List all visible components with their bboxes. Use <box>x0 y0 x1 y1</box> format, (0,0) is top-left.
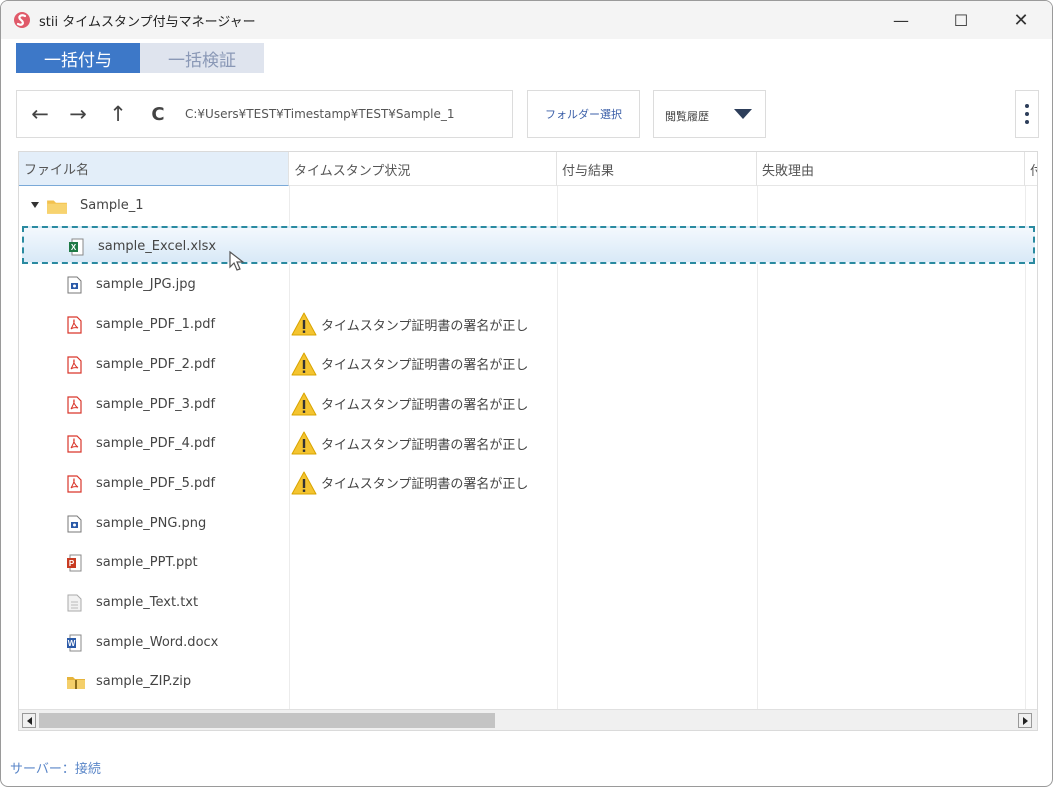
file-row[interactable]: sample_PDF_4.pdf タイムスタンプ証明書の署名が正し <box>19 425 1037 463</box>
expand-triangle-icon[interactable] <box>31 202 39 208</box>
column-header-timestamp-status[interactable]: タイムスタンプ状況 <box>289 152 557 186</box>
file-row[interactable]: sample_ZIP.zip <box>19 663 1037 701</box>
timestamp-status-text: タイムスタンプ証明書の署名が正し <box>321 358 529 374</box>
history-label: 閲覧履歴 <box>665 110 709 123</box>
tab-bulk-stamp[interactable]: 一括付与 <box>16 43 140 73</box>
timestamp-status-text: タイムスタンプ証明書の署名が正し <box>321 437 529 453</box>
warning-icon <box>291 431 317 455</box>
server-status: サーバー：接続 <box>10 762 101 777</box>
folder-select-button[interactable]: フォルダー選択 <box>527 90 640 138</box>
title-bar: stii タイムスタンプ付与マネージャー — ☐ ✕ <box>1 1 1052 39</box>
file-name: sample_Word.docx <box>96 634 219 650</box>
column-header-failure-reason[interactable]: 失敗理由 <box>757 152 1025 186</box>
warning-icon <box>291 312 317 336</box>
excel-icon: X <box>69 238 84 256</box>
timestamp-status-text: タイムスタンプ証明書の署名が正し <box>321 477 529 493</box>
pdf-icon <box>67 356 82 374</box>
image-icon <box>67 515 82 533</box>
file-row[interactable]: Xsample_Excel.xlsx <box>22 225 1035 264</box>
file-row[interactable]: sample_PDF_2.pdf タイムスタンプ証明書の署名が正し <box>19 346 1037 384</box>
warning-icon <box>291 392 317 415</box>
file-row[interactable]: sample_PNG.png <box>19 505 1037 543</box>
file-name: sample_Text.txt <box>96 595 199 610</box>
grid-header: ファイル名 タイムスタンプ状況 付与結果 失敗理由 付 <box>19 152 1037 186</box>
file-name: sample_PNG.png <box>96 515 207 531</box>
up-arrow-icon[interactable]: ↑ <box>107 102 129 126</box>
minimize-button[interactable]: — <box>877 1 925 39</box>
text-file-icon <box>67 594 82 612</box>
timestamp-status: タイムスタンプ証明書の署名が正し <box>291 471 557 495</box>
file-row[interactable]: sample_Text.txt <box>19 584 1037 622</box>
history-dropdown[interactable]: 閲覧履歴 <box>653 90 766 138</box>
timestamp-status-text: タイムスタンプ証明書の署名が正し <box>321 398 529 413</box>
more-dots-icon <box>1025 104 1029 108</box>
pdf-icon <box>67 435 82 453</box>
powerpoint-icon: P <box>67 554 82 572</box>
file-name: sample_JPG.jpg <box>96 277 196 293</box>
file-name: sample_PDF_3.pdf <box>96 396 216 412</box>
column-header-result[interactable]: 付与結果 <box>557 152 757 186</box>
warning-icon <box>291 352 317 376</box>
file-name: sample_PDF_2.pdf <box>96 356 216 372</box>
chevron-down-icon <box>734 109 752 119</box>
path-bar: ← → ↑ C C:¥Users¥TEST¥Timestamp¥TEST¥Sam… <box>16 90 513 138</box>
word-icon: W <box>67 634 82 652</box>
horizontal-scrollbar[interactable] <box>19 709 1037 730</box>
file-name: sample_PDF_1.pdf <box>96 317 216 333</box>
path-field[interactable]: C:¥Users¥TEST¥Timestamp¥TEST¥Sample_1 <box>185 107 455 121</box>
timestamp-status: タイムスタンプ証明書の署名が正し <box>291 392 557 416</box>
file-row[interactable]: sample_JPG.jpg <box>19 266 1037 304</box>
folder-row[interactable]: Sample_1 <box>19 187 1037 225</box>
timestamp-status: タイムスタンプ証明書の署名が正し <box>291 431 557 455</box>
file-name: sample_Excel.xlsx <box>98 238 217 254</box>
refresh-icon[interactable]: C <box>147 103 169 125</box>
file-name: sample_PPT.ppt <box>96 555 198 571</box>
folder-name: Sample_1 <box>80 198 144 213</box>
maximize-button[interactable]: ☐ <box>937 1 985 39</box>
svg-text:X: X <box>71 243 77 252</box>
file-grid: ファイル名 タイムスタンプ状況 付与結果 失敗理由 付 Sample_1 Xsam… <box>18 151 1038 731</box>
file-row[interactable]: sample_PDF_1.pdf タイムスタンプ証明書の署名が正し <box>19 306 1037 344</box>
forward-arrow-icon[interactable]: → <box>67 102 89 126</box>
file-name: sample_ZIP.zip <box>96 674 192 690</box>
warning-icon <box>291 471 317 495</box>
mode-tabs: 一括付与 一括検証 <box>16 43 264 73</box>
pdf-icon <box>67 475 82 493</box>
column-header-extra[interactable]: 付 <box>1025 152 1037 186</box>
image-icon <box>67 276 82 294</box>
window-title: stii タイムスタンプ付与マネージャー <box>39 15 256 30</box>
timestamp-status: タイムスタンプ証明書の署名が正し <box>291 352 557 376</box>
close-button[interactable]: ✕ <box>997 1 1045 39</box>
svg-text:W: W <box>68 639 76 648</box>
file-row[interactable]: Psample_PPT.ppt <box>19 544 1037 582</box>
file-row[interactable]: Wsample_Word.docx <box>19 624 1037 662</box>
folder-icon <box>47 200 67 214</box>
pdf-icon <box>67 316 82 334</box>
tab-bulk-verify[interactable]: 一括検証 <box>140 43 264 73</box>
timestamp-status-text: タイムスタンプ証明書の署名が正し <box>321 318 529 334</box>
app-window: stii タイムスタンプ付与マネージャー — ☐ ✕ 一括付与 一括検証 ← →… <box>0 0 1053 787</box>
pdf-icon <box>67 395 82 414</box>
back-arrow-icon[interactable]: ← <box>29 102 51 126</box>
column-header-filename[interactable]: ファイル名 <box>19 152 289 186</box>
file-row[interactable]: sample_PDF_3.pdf タイムスタンプ証明書の署名が正し <box>19 386 1037 424</box>
file-row[interactable]: sample_PDF_5.pdf タイムスタンプ証明書の署名が正し <box>19 465 1037 503</box>
scroll-thumb[interactable] <box>39 713 495 728</box>
zip-icon <box>67 677 85 690</box>
file-name: sample_PDF_4.pdf <box>96 436 216 452</box>
file-name: sample_PDF_5.pdf <box>96 475 216 491</box>
timestamp-status: タイムスタンプ証明書の署名が正し <box>291 312 557 336</box>
svg-text:P: P <box>69 559 75 568</box>
mouse-cursor-icon <box>229 250 245 271</box>
scroll-right-icon[interactable] <box>1018 713 1032 728</box>
app-logo-icon <box>14 12 30 28</box>
more-menu-button[interactable] <box>1015 90 1039 138</box>
scroll-left-icon[interactable] <box>22 713 36 728</box>
